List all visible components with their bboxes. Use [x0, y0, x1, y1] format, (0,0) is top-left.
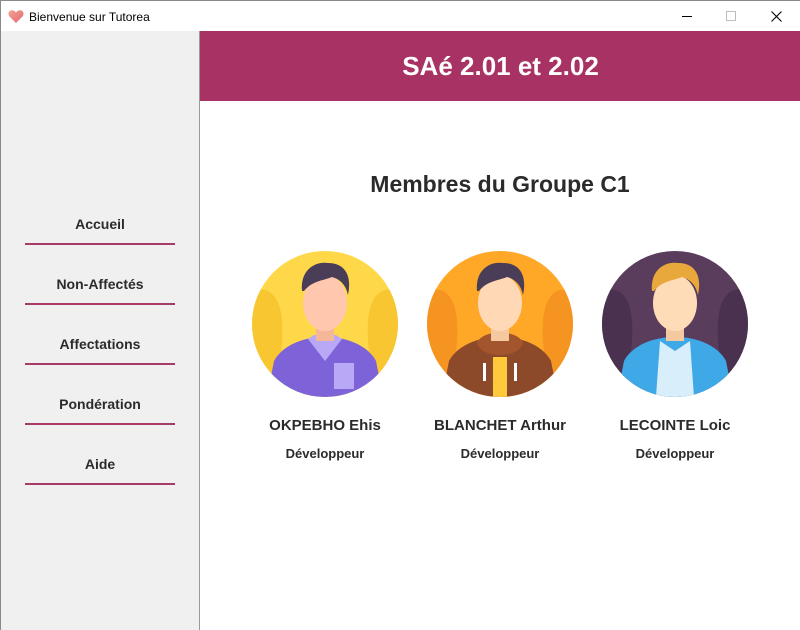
window-title: Bienvenue sur Tutorea	[29, 10, 150, 24]
sidebar-item-accueil[interactable]: Accueil	[25, 215, 175, 245]
maximize-icon	[726, 11, 736, 21]
sidebar-item-non-affectes[interactable]: Non-Affectés	[25, 275, 175, 305]
member-card: BLANCHET Arthur Développeur	[420, 251, 580, 461]
member-card: LECOINTE Loic Développeur	[595, 251, 755, 461]
close-icon	[770, 10, 782, 22]
sidebar: Accueil Non-Affectés Affectations Pondér…	[1, 31, 200, 630]
avatar	[602, 251, 748, 397]
title-bar[interactable]: Bienvenue sur Tutorea	[1, 0, 800, 31]
member-role: Développeur	[460, 446, 540, 461]
page-header: SAé 2.01 et 2.02	[200, 31, 800, 101]
app-window: Bienvenue sur Tutorea Accueil Non-Affect…	[0, 0, 800, 630]
minimize-button[interactable]	[664, 1, 710, 31]
sidebar-item-ponderation[interactable]: Pondération	[25, 395, 175, 425]
member-name: LECOINTE Loic	[619, 417, 731, 434]
main-content: Membres du Groupe C1 OKPEBHO Ehis Dévelo…	[200, 101, 800, 630]
member-role: Développeur	[285, 446, 365, 461]
heart-icon	[8, 10, 24, 23]
member-role: Développeur	[635, 446, 715, 461]
avatar	[427, 251, 573, 397]
close-button[interactable]	[753, 1, 799, 31]
member-card: OKPEBHO Ehis Développeur	[245, 251, 405, 461]
group-title: Membres du Groupe C1	[370, 171, 630, 197]
avatar	[252, 251, 398, 397]
page-title: SAé 2.01 et 2.02	[402, 50, 599, 81]
maximize-button[interactable]	[708, 1, 754, 31]
sidebar-item-affectations[interactable]: Affectations	[25, 335, 175, 365]
member-name: OKPEBHO Ehis	[269, 417, 381, 434]
member-name: BLANCHET Arthur	[434, 417, 566, 434]
sidebar-item-aide[interactable]: Aide	[25, 455, 175, 485]
minimize-icon	[682, 16, 692, 17]
